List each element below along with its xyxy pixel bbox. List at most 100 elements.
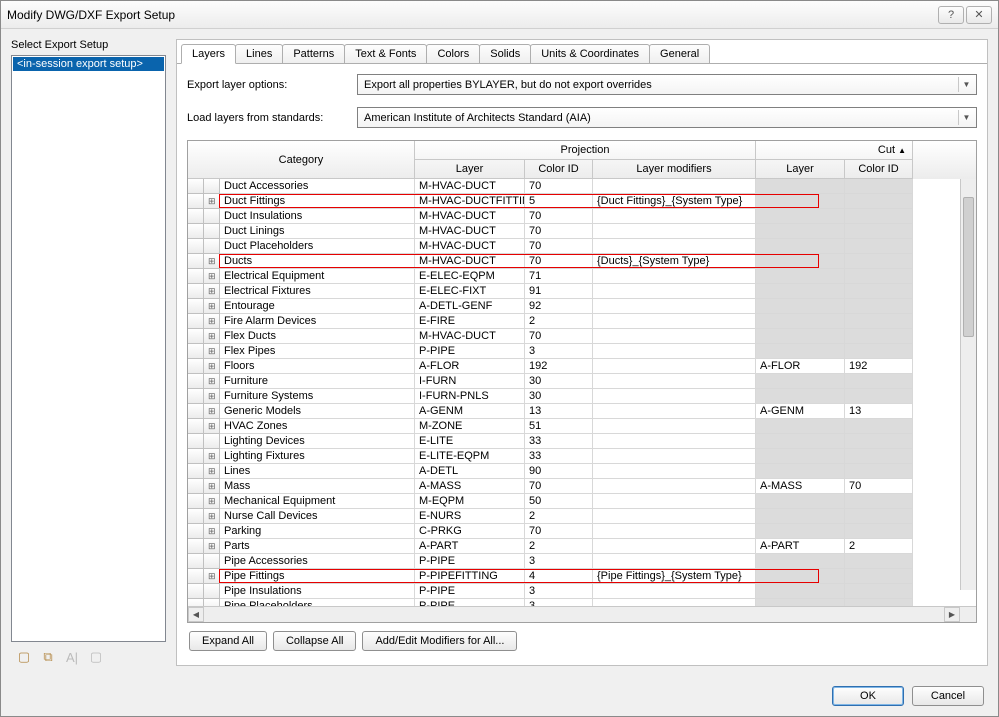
cell-category[interactable]: Furniture Systems <box>220 389 415 404</box>
cell-proj-modifiers[interactable] <box>593 284 756 299</box>
table-row[interactable]: ⊞FurnitureI-FURN30 <box>188 374 976 389</box>
expand-icon[interactable]: ⊞ <box>204 359 220 374</box>
cell-proj-color[interactable]: 5 <box>525 194 593 209</box>
cell-proj-color[interactable]: 70 <box>525 524 593 539</box>
expand-icon[interactable]: ⊞ <box>204 194 220 209</box>
tab-layers[interactable]: Layers <box>181 44 236 64</box>
cell-category[interactable]: Duct Linings <box>220 224 415 239</box>
cell-proj-color[interactable]: 70 <box>525 224 593 239</box>
cell-category[interactable]: Flex Pipes <box>220 344 415 359</box>
cell-category[interactable]: Pipe Fittings <box>220 569 415 584</box>
cell-proj-modifiers[interactable] <box>593 404 756 419</box>
cell-cut-color[interactable]: 2 <box>845 539 913 554</box>
cell-proj-layer[interactable]: P-PIPE <box>415 344 525 359</box>
cell-proj-layer[interactable]: M-HVAC-DUCT <box>415 239 525 254</box>
cell-proj-layer[interactable]: E-LITE <box>415 434 525 449</box>
table-row[interactable]: ⊞Electrical FixturesE-ELEC-FIXT91 <box>188 284 976 299</box>
expand-icon[interactable]: ⊞ <box>204 404 220 419</box>
cell-proj-layer[interactable]: C-PRKG <box>415 524 525 539</box>
cell-proj-layer[interactable]: M-HVAC-DUCT <box>415 224 525 239</box>
table-row[interactable]: Duct InsulationsM-HVAC-DUCT70 <box>188 209 976 224</box>
scroll-left-icon[interactable]: ◀ <box>188 607 204 622</box>
cell-category[interactable]: Pipe Insulations <box>220 584 415 599</box>
scroll-right-icon[interactable]: ▶ <box>944 607 960 622</box>
expand-icon[interactable]: ⊞ <box>204 449 220 464</box>
table-row[interactable]: ⊞FloorsA-FLOR192A-FLOR192 <box>188 359 976 374</box>
cell-proj-layer[interactable]: M-HVAC-DUCT <box>415 209 525 224</box>
table-row[interactable]: ⊞Pipe FittingsP-PIPEFITTING4{Pipe Fittin… <box>188 569 976 584</box>
table-row[interactable]: ⊞Lighting FixturesE-LITE-EQPM33 <box>188 449 976 464</box>
new-setup-icon[interactable]: ▢ <box>15 648 33 666</box>
tab-units-coordinates[interactable]: Units & Coordinates <box>530 44 650 63</box>
tab-lines[interactable]: Lines <box>235 44 283 63</box>
table-row[interactable]: ⊞Mechanical EquipmentM-EQPM50 <box>188 494 976 509</box>
table-row[interactable]: ⊞Furniture SystemsI-FURN-PNLS30 <box>188 389 976 404</box>
cell-proj-layer[interactable]: M-ZONE <box>415 419 525 434</box>
cell-proj-color[interactable]: 3 <box>525 344 593 359</box>
cell-proj-modifiers[interactable] <box>593 179 756 194</box>
cell-proj-modifiers[interactable] <box>593 224 756 239</box>
cell-category[interactable]: Parts <box>220 539 415 554</box>
table-row[interactable]: Pipe AccessoriesP-PIPE3 <box>188 554 976 569</box>
cell-proj-modifiers[interactable]: {Ducts}_{System Type} <box>593 254 756 269</box>
scrollbar-thumb[interactable] <box>963 197 974 337</box>
horizontal-scrollbar[interactable]: ◀ ▶ <box>188 606 976 622</box>
copy-setup-icon[interactable]: ⧉ <box>39 648 57 666</box>
cell-proj-modifiers[interactable] <box>593 449 756 464</box>
cell-proj-layer[interactable]: E-NURS <box>415 509 525 524</box>
tab-colors[interactable]: Colors <box>426 44 480 63</box>
cell-proj-modifiers[interactable] <box>593 374 756 389</box>
cell-proj-layer[interactable]: I-FURN <box>415 374 525 389</box>
cell-proj-modifiers[interactable] <box>593 389 756 404</box>
cell-proj-color[interactable]: 3 <box>525 584 593 599</box>
cell-proj-layer[interactable]: I-FURN-PNLS <box>415 389 525 404</box>
tab-solids[interactable]: Solids <box>479 44 531 63</box>
grid-body[interactable]: Duct AccessoriesM-HVAC-DUCT70⊞Duct Fitti… <box>188 179 976 606</box>
cell-cut-layer[interactable]: A-FLOR <box>756 359 845 374</box>
cell-proj-layer[interactable]: A-FLOR <box>415 359 525 374</box>
table-row[interactable]: ⊞Generic ModelsA-GENM13A-GENM13 <box>188 404 976 419</box>
tab-text-fonts[interactable]: Text & Fonts <box>344 44 427 63</box>
expand-icon[interactable]: ⊞ <box>204 299 220 314</box>
table-row[interactable]: Lighting DevicesE-LITE33 <box>188 434 976 449</box>
cell-proj-layer[interactable]: M-HVAC-DUCTFITTING <box>415 194 525 209</box>
cell-proj-modifiers[interactable] <box>593 539 756 554</box>
cell-category[interactable]: Lighting Fixtures <box>220 449 415 464</box>
cell-proj-modifiers[interactable]: {Pipe Fittings}_{System Type} <box>593 569 756 584</box>
cell-proj-layer[interactable]: A-PART <box>415 539 525 554</box>
cell-proj-color[interactable]: 30 <box>525 374 593 389</box>
cell-category[interactable]: Furniture <box>220 374 415 389</box>
cell-proj-color[interactable]: 50 <box>525 494 593 509</box>
tab-patterns[interactable]: Patterns <box>282 44 345 63</box>
table-row[interactable]: ⊞EntourageA-DETL-GENF92 <box>188 299 976 314</box>
cell-proj-layer[interactable]: E-LITE-EQPM <box>415 449 525 464</box>
standards-combo[interactable]: American Institute of Architects Standar… <box>357 107 977 128</box>
cell-proj-layer[interactable]: M-EQPM <box>415 494 525 509</box>
table-row[interactable]: ⊞MassA-MASS70A-MASS70 <box>188 479 976 494</box>
cell-proj-color[interactable]: 90 <box>525 464 593 479</box>
expand-icon[interactable]: ⊞ <box>204 419 220 434</box>
cell-proj-modifiers[interactable] <box>593 479 756 494</box>
table-row[interactable]: ⊞PartsA-PART2A-PART2 <box>188 539 976 554</box>
cell-proj-modifiers[interactable] <box>593 464 756 479</box>
cell-proj-color[interactable]: 13 <box>525 404 593 419</box>
table-row[interactable]: Pipe InsulationsP-PIPE3 <box>188 584 976 599</box>
rename-setup-icon[interactable]: A| <box>63 648 81 666</box>
cancel-button[interactable]: Cancel <box>912 686 984 706</box>
expand-icon[interactable]: ⊞ <box>204 539 220 554</box>
cell-category[interactable]: Lighting Devices <box>220 434 415 449</box>
col-category[interactable]: Category <box>188 141 415 179</box>
table-row[interactable]: ⊞Nurse Call DevicesE-NURS2 <box>188 509 976 524</box>
col-proj-color[interactable]: Color ID <box>525 160 593 179</box>
cell-proj-modifiers[interactable] <box>593 419 756 434</box>
cell-cut-layer[interactable]: A-MASS <box>756 479 845 494</box>
cell-category[interactable]: Parking <box>220 524 415 539</box>
cell-proj-modifiers[interactable] <box>593 344 756 359</box>
cell-cut-color[interactable]: 70 <box>845 479 913 494</box>
cell-proj-color[interactable]: 3 <box>525 554 593 569</box>
cell-proj-color[interactable]: 33 <box>525 434 593 449</box>
cell-proj-layer[interactable]: A-DETL <box>415 464 525 479</box>
table-row[interactable]: Duct AccessoriesM-HVAC-DUCT70 <box>188 179 976 194</box>
col-cut-layer[interactable]: Layer <box>756 160 845 179</box>
cell-proj-color[interactable]: 30 <box>525 389 593 404</box>
